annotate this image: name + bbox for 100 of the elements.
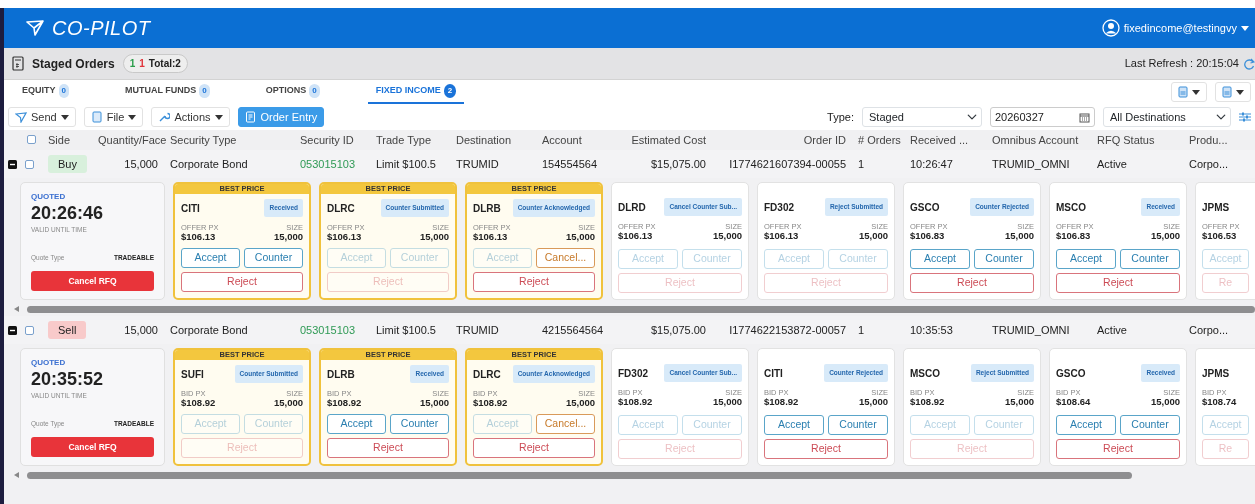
menu-button[interactable]: Send [8,107,76,127]
price-value: $108.92 [473,397,508,408]
table-cell-text: 10:26:47 [909,156,954,172]
collapse-icon[interactable] [8,159,17,169]
quote-status: QUOTED [31,357,67,369]
column-header[interactable]: Security ID [294,131,370,149]
size-value: 15,000 [858,230,888,241]
reject-button[interactable]: Reject [327,438,449,458]
menu-button[interactable]: File [83,107,144,127]
user-avatar-icon[interactable] [1101,19,1120,37]
dealer-name: JPMS [1202,200,1230,215]
price-value: $106.13 [764,230,800,241]
valid-until-time: 20:35:52 [31,369,105,391]
size-value: 15,000 [858,396,888,407]
row-checkbox[interactable] [25,325,34,335]
table-cell-text: 1 [857,322,866,338]
price-value: $108.92 [181,397,216,408]
size-value: 15,000 [712,230,742,241]
column-header[interactable]: Trade Type [370,131,450,149]
column-header[interactable]: Quantity/Face [92,131,164,149]
table-cell-text: TRUMID [455,322,500,338]
date-field[interactable]: 20260327 [990,107,1095,127]
type-select[interactable]: Staged [862,107,982,127]
app-logo: CO-PILOT [52,16,151,41]
export-button[interactable] [1171,82,1207,102]
dealer-name: GSCO [910,200,940,215]
side-tag: Buy [48,154,87,173]
dealer-name: DLRC [473,367,501,382]
accept-button[interactable]: Accept [910,249,970,269]
size-value: 15,000 [419,231,449,242]
tab[interactable]: MUTUAL FUNDS 0 [116,80,218,104]
menu-button[interactable]: Actions [151,107,230,127]
cancel-button[interactable]: Cancel... [536,248,595,268]
collapse-icon[interactable] [8,325,17,335]
table-cell-text: Limit $100.5 [375,156,437,172]
scroll-left-arrow-icon[interactable] [14,306,19,312]
reject-button[interactable]: Reject [1056,273,1180,293]
counter-button[interactable]: Counter [390,414,449,434]
cancel-rfq-button[interactable]: Cancel RFQ [31,437,154,457]
reject-button[interactable]: Reject [473,272,595,292]
table-cell-text: 15,000 [123,156,159,172]
counter-button[interactable]: Counter [974,249,1034,269]
price-value: $106.83 [1056,230,1092,241]
paper-plane-icon [15,111,27,123]
column-header[interactable]: RFQ Status [1091,131,1183,149]
column-header[interactable]: # Orders [852,131,904,149]
accept-button[interactable]: Accept [1056,415,1116,435]
price-value: $106.83 [910,230,946,241]
tab[interactable]: EQUITY 0 [14,80,77,104]
caret-icon [1236,89,1244,95]
column-header[interactable]: Produ... [1183,131,1248,149]
cancel-button[interactable]: Cancel... [536,414,595,434]
reject-button[interactable]: Reject [910,273,1034,293]
tab[interactable]: OPTIONS 0 [257,80,328,104]
column-header[interactable]: Account [536,131,612,149]
accept-button[interactable]: Accept [181,248,240,268]
accept-button[interactable]: Accept [1056,249,1116,269]
size-value: 15,000 [1004,396,1034,407]
row-checkbox[interactable] [25,159,34,169]
table-cell-text: $15,075.00 [649,156,707,172]
column-header[interactable]: Destination [450,131,536,149]
price-value: $108.92 [327,397,362,408]
caret-icon [128,114,137,120]
scroll-left-arrow-icon[interactable] [14,472,19,478]
size-value: 15,000 [273,397,303,408]
dealer-name: FD302 [764,200,794,215]
column-header[interactable]: Side [42,131,92,149]
user-menu[interactable]: fixedincome@testingvy [1123,19,1237,37]
table-cell-text: 4215564564 [541,322,605,338]
select-all-checkbox[interactable] [27,134,36,144]
column-header[interactable]: Received ... [904,131,986,149]
reject-button[interactable]: Reject [181,272,303,292]
cancel-rfq-button[interactable]: Cancel RFQ [31,271,154,291]
destination-select[interactable]: All Destinations [1103,107,1231,127]
size-value: 15,000 [1150,230,1180,241]
dealer-name: GSCO [1056,366,1086,381]
column-header[interactable]: Estimated Cost [612,131,712,149]
order-entry-button[interactable]: Order Entry [237,107,325,127]
counter-button[interactable]: Counter [1120,249,1180,269]
dealer-name: DLRB [327,367,355,382]
counter-button[interactable]: Counter [1120,415,1180,435]
reject-button[interactable]: Reject [764,439,888,459]
accept-button[interactable]: Accept [327,414,386,434]
table-cell-text: 1 [857,156,866,172]
refresh-icon[interactable] [1243,57,1255,70]
accept-button[interactable]: Accept [764,415,824,435]
reject-button[interactable]: Reject [1056,439,1180,459]
counter-button[interactable]: Counter [244,248,303,268]
size-value: 15,000 [712,396,742,407]
column-header[interactable]: Order ID [712,131,852,149]
table-cell-text: 154554564 [541,156,599,172]
scrollbar-thumb[interactable] [27,305,1255,313]
export-button[interactable] [1215,82,1251,102]
counter-button[interactable]: Counter [828,415,888,435]
reject-button[interactable]: Reject [473,438,595,458]
dealer-name: MSCO [910,366,940,381]
column-header[interactable]: Omnibus Account [986,131,1091,149]
filter-settings-icon[interactable] [1239,111,1251,123]
valid-until-time: 20:26:46 [31,203,105,225]
scrollbar-thumb[interactable] [27,471,1132,479]
